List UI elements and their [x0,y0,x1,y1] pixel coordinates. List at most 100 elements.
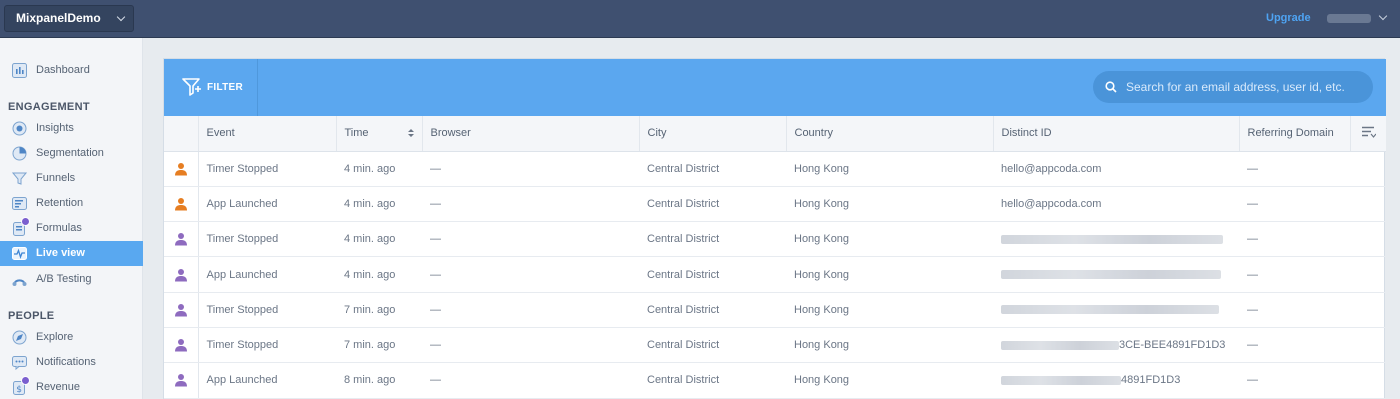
avatar-column-header [164,116,199,152]
sidebar-item-formulas[interactable]: Formulas [0,216,143,241]
table-row[interactable]: App Launched 4 min. ago — Central District H… [164,186,1386,223]
sidebar-item-label: Revenue [36,381,81,393]
column-header-event[interactable]: Event [198,116,337,152]
table-row[interactable]: Timer Stopped 7 min. ago — Central District… [164,327,1386,364]
cell-referring-domain: — [1239,221,1350,258]
section-title-engagement: ENGAGEMENT [8,101,90,113]
table-row[interactable]: App Launched 4 min. ago — Central District H… [164,256,1386,293]
column-header-city[interactable]: City [639,116,787,152]
cell-browser: — [422,256,639,293]
sidebar-item-revenue[interactable]: $ Revenue [0,375,143,399]
column-header-time[interactable]: Time [336,116,423,152]
user-menu[interactable] [1327,10,1391,28]
cell-referring-domain: — [1239,362,1350,399]
sidebar-item-label: Formulas [36,222,82,234]
sidebar-item-explore[interactable]: Explore [0,325,143,350]
column-settings[interactable] [1350,116,1386,152]
cell-empty [1350,292,1386,328]
cell-city: Central District [639,327,786,364]
cell-avatar[interactable] [164,327,199,364]
column-header-label: Time [344,127,369,140]
cell-referring-domain: — [1239,186,1350,223]
sidebar-item-dashboard[interactable]: Dashboard [0,58,143,83]
filter-label: FILTER [207,82,244,93]
sidebar-item-live-view[interactable]: Live view [0,241,143,266]
cell-browser: — [422,327,639,364]
cell-time: 7 min. ago [336,327,422,364]
cell-browser: — [422,362,639,399]
cell-time: 4 min. ago [336,186,422,223]
redacted-id [1001,234,1223,244]
column-header-distinct-id[interactable]: Distinct ID [993,116,1240,152]
cell-time: 4 min. ago [336,151,422,187]
ab-testing-icon [12,279,27,286]
cell-city: Central District [639,186,786,223]
sidebar-item-insights[interactable]: Insights [0,116,143,141]
person-icon [175,339,187,352]
insights-icon [12,121,27,136]
cell-referring-domain: — [1239,292,1350,328]
sidebar-item-segmentation[interactable]: Segmentation [0,141,143,166]
cell-event: App Launched [198,256,336,293]
chevron-down-icon [1378,11,1388,21]
cell-time: 8 min. ago [336,362,422,399]
redacted-id [1001,340,1119,350]
sidebar-item-label: Insights [36,122,74,134]
upgrade-link[interactable]: Upgrade [1266,12,1311,24]
cell-distinct-id: 4891FD1D3 [993,362,1239,399]
cell-country: Hong Kong [786,256,993,293]
cell-distinct-id [993,292,1239,328]
cell-event: App Launched [198,362,336,399]
redacted-id [1001,270,1221,280]
cell-time: 4 min. ago [336,221,422,258]
cell-avatar[interactable] [164,151,199,187]
cell-empty [1350,221,1386,258]
cell-event: Timer Stopped [198,292,336,328]
sort-icon[interactable] [407,128,415,138]
cell-referring-domain: — [1239,151,1350,187]
cell-country: Hong Kong [786,362,993,399]
sidebar-item-label: Funnels [36,172,76,184]
cell-country: Hong Kong [786,221,993,258]
search-input[interactable] [1126,71,1366,103]
explore-icon [12,330,27,345]
revenue-icon: $ [12,376,30,395]
sidebar-item-label: A/B Testing [36,273,92,285]
sidebar-item-label: Dashboard [36,64,90,76]
column-settings-icon[interactable] [1361,126,1376,138]
cell-city: Central District [639,221,786,258]
cell-event: App Launched [198,186,336,223]
table-row[interactable]: App Launched 8 min. ago — Central District H… [164,362,1386,399]
sidebar-item-notifications[interactable]: Notifications [0,350,143,375]
sidebar-item-ab-testing[interactable]: A/B Testing [0,267,143,292]
cell-avatar[interactable] [164,221,199,258]
cell-browser: — [422,221,639,258]
cell-city: Central District [639,362,786,399]
retention-icon [12,197,27,210]
cell-empty [1350,256,1386,293]
sidebar-item-funnels[interactable]: Funnels [0,166,143,191]
cell-avatar[interactable] [164,362,199,399]
cell-city: Central District [639,292,786,328]
column-header-referring-domain[interactable]: Referring Domain [1239,116,1351,152]
filter-button[interactable]: FILTER [164,59,258,116]
chevron-down-icon [116,12,126,22]
pie-chart-icon [12,146,27,161]
cell-avatar[interactable] [164,186,199,223]
column-header-country[interactable]: Country [786,116,994,152]
filter-funnel-icon [182,78,201,96]
cell-avatar[interactable] [164,256,199,293]
cell-time: 7 min. ago [336,292,422,328]
cell-empty [1350,186,1386,223]
section-title-people: PEOPLE [8,310,55,322]
table-row[interactable]: Timer Stopped 4 min. ago — Central District… [164,221,1386,258]
cell-city: Central District [639,256,786,293]
cell-avatar[interactable] [164,292,199,328]
project-selector[interactable]: MixpanelDemo [4,5,134,32]
live-view-panel: FILTER Event Time Browser City Country D… [163,58,1386,399]
table-row[interactable]: Timer Stopped 4 min. ago — Central District… [164,151,1386,187]
distinct-id-suffix: 4891FD1D3 [1121,374,1181,387]
sidebar-item-retention[interactable]: Retention [0,191,143,216]
table-row[interactable]: Timer Stopped 7 min. ago — Central District… [164,292,1386,328]
column-header-browser[interactable]: Browser [422,116,640,152]
